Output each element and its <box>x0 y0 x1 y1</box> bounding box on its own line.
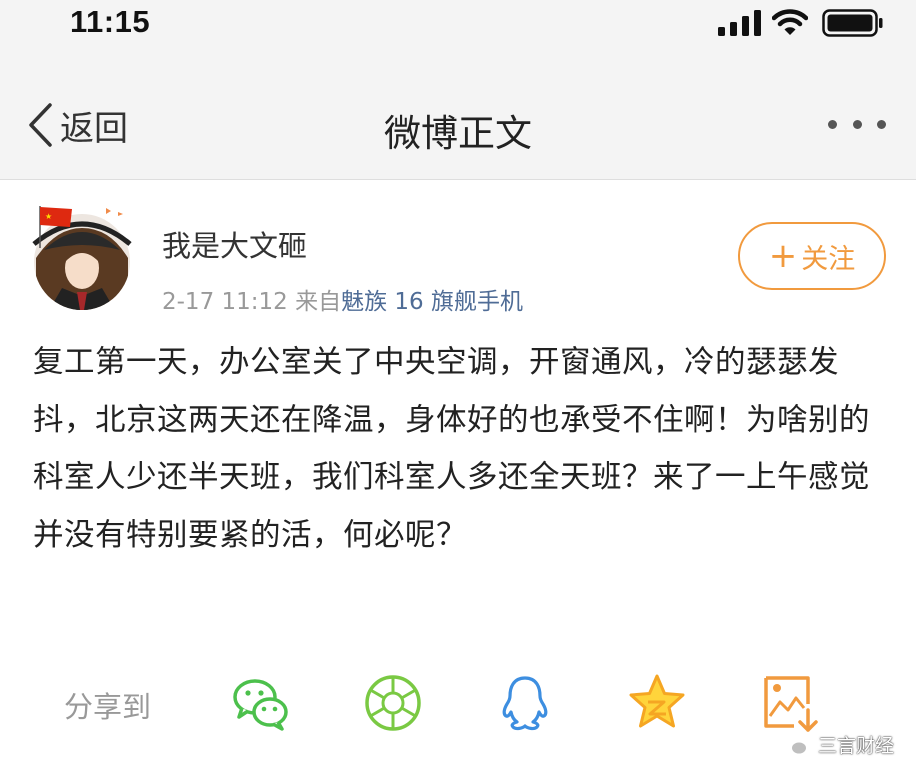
post-time: 2-17 11:12 <box>162 289 288 315</box>
wechat-logo-icon <box>780 734 808 755</box>
signal-icon <box>718 10 761 36</box>
moments-icon[interactable] <box>362 672 424 734</box>
watermark: 三言财经 <box>780 731 894 758</box>
page-title: 微博正文 <box>384 112 532 155</box>
qq-icon[interactable] <box>494 672 556 734</box>
more-dot <box>828 120 837 129</box>
more-dot <box>852 120 862 129</box>
post-body: 复工第一天，办公室关了中央空调，开窗通风，冷的瑟瑟发抖，北京这两天还在降温，身体… <box>33 345 870 553</box>
svg-text:★: ★ <box>45 212 52 221</box>
more-icon[interactable] <box>828 120 886 132</box>
author-name[interactable]: 我是大文砸 <box>162 223 307 265</box>
share-label: 分享到 <box>64 690 152 724</box>
avatar[interactable]: ★ <box>26 200 138 312</box>
share-row: 分享到 <box>0 668 916 748</box>
status-time: 11:15 <box>70 4 151 39</box>
battery-icon <box>822 9 883 37</box>
watermark-text: 三言财经 <box>817 735 894 757</box>
wifi-icon <box>772 9 808 35</box>
save-image-icon[interactable] <box>760 672 822 734</box>
follow-label: 关注 <box>801 243 856 275</box>
follow-button[interactable]: + 关注 <box>738 222 886 290</box>
post-meta: 2-17 11:12 来自魅族 16 旗舰手机 <box>162 282 523 316</box>
qzone-icon[interactable] <box>626 672 688 734</box>
post-source[interactable]: 魅族 16 旗舰手机 <box>341 289 523 315</box>
more-dot <box>877 120 886 129</box>
wechat-icon[interactable] <box>230 672 292 734</box>
status-bar: 11:15 <box>0 0 916 50</box>
plus-icon: + <box>768 236 798 276</box>
source-prefix: 来自 <box>295 289 342 315</box>
nav-bar: 返回 微博正文 <box>0 50 916 180</box>
